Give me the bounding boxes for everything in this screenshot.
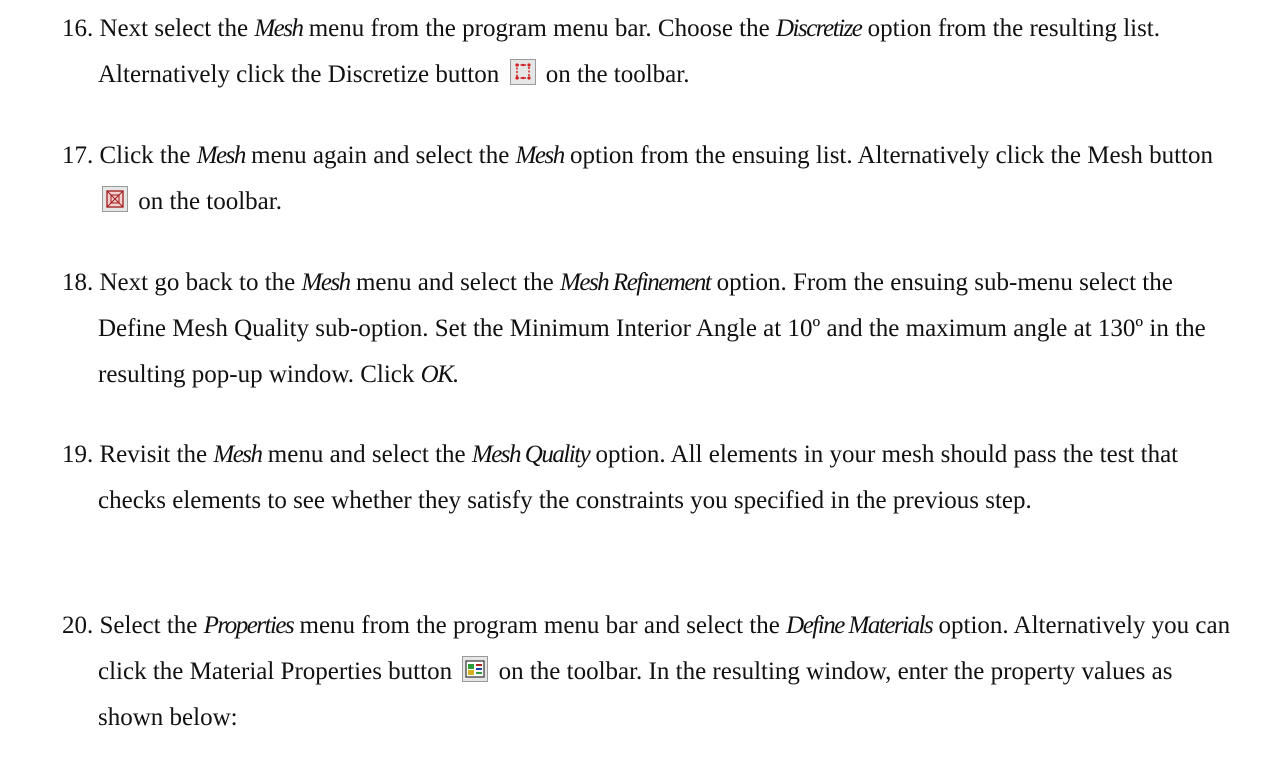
- step-text: Revisit the: [99, 441, 214, 468]
- step-text: Next go back to the: [99, 269, 302, 296]
- document-page: 16. Next select the Mesh menu from the p…: [0, 0, 1270, 776]
- option-name-discretize: Discretize: [775, 15, 863, 42]
- step-text: Next select the: [99, 15, 255, 42]
- step-text: Select the: [99, 612, 204, 639]
- menu-name-mesh: Mesh: [196, 142, 247, 169]
- menu-name-mesh: Mesh: [254, 15, 304, 42]
- step-text: menu and select the: [349, 269, 561, 296]
- step-text: on the toolbar.: [132, 188, 282, 215]
- step-18: 18. Next go back to the Mesh menu and se…: [62, 260, 1242, 398]
- step-number: 20.: [62, 612, 94, 639]
- step-20: 20. Select the Properties menu from the …: [62, 603, 1242, 741]
- step-text: menu and select the: [261, 441, 472, 468]
- discretize-icon: [509, 59, 536, 85]
- menu-name-mesh: Mesh: [301, 269, 352, 296]
- step-text: .: [452, 361, 459, 388]
- mesh-icon: [102, 186, 128, 212]
- step-17: 17. Click the Mesh menu again and select…: [62, 133, 1242, 225]
- step-text: Click the: [99, 142, 197, 169]
- step-text: menu from the program menu bar. Choose t…: [302, 15, 776, 42]
- step-number: 17.: [62, 142, 94, 169]
- option-name-mesh-quality: Mesh Quality: [471, 441, 591, 468]
- step-number: 16.: [62, 15, 94, 42]
- option-name-mesh-refinement: Mesh Refinement: [560, 269, 712, 296]
- menu-name-properties: Properties: [203, 612, 295, 639]
- button-name-ok: OK: [420, 361, 454, 388]
- step-number: 18.: [62, 269, 94, 296]
- step-19: 19. Revisit the Mesh menu and select the…: [62, 432, 1242, 524]
- step-text: menu from the program menu bar and selec…: [293, 612, 787, 639]
- step-text: on the toolbar.: [539, 61, 690, 88]
- menu-name-mesh: Mesh: [213, 441, 263, 468]
- step-16: 16. Next select the Mesh menu from the p…: [62, 6, 1242, 98]
- step-text: option from the ensuing list. Alternativ…: [563, 142, 1213, 169]
- option-name-mesh: Mesh: [515, 142, 566, 169]
- option-name-define-materials: Define Materials: [786, 612, 934, 639]
- material-properties-icon: [462, 656, 489, 682]
- step-number: 19.: [62, 441, 94, 468]
- step-text: menu again and select the: [244, 142, 516, 169]
